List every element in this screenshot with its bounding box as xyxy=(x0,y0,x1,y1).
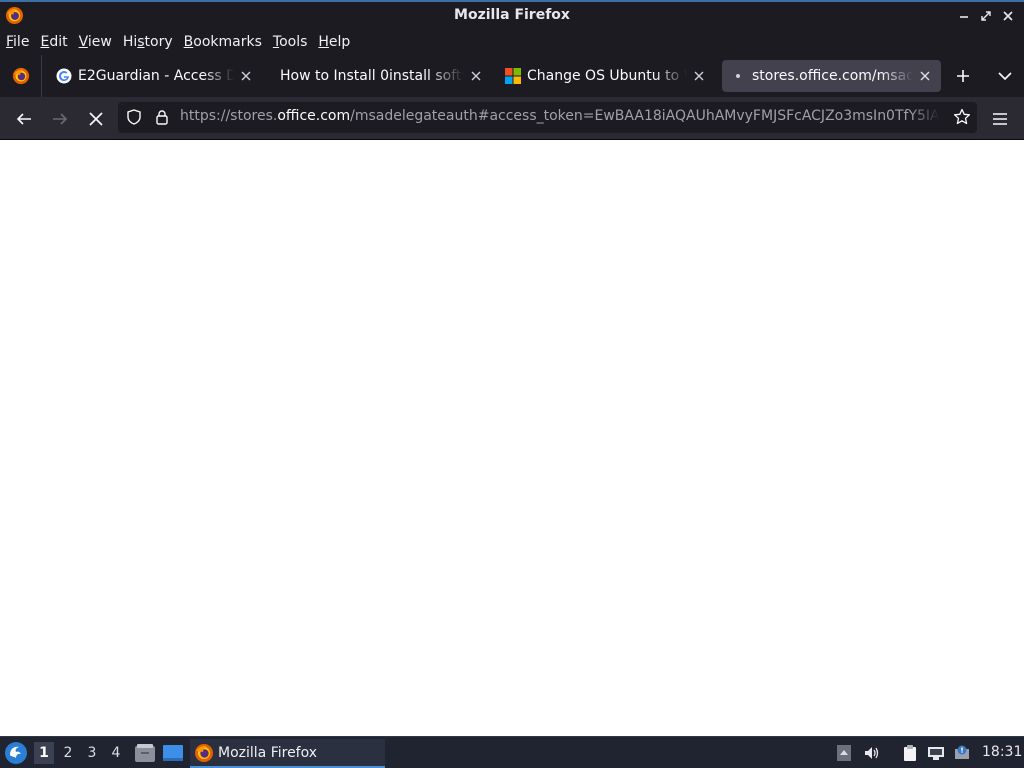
menu-bar: File Edit View History Bookmarks Tools H… xyxy=(0,29,1024,55)
restore-icon xyxy=(981,11,991,21)
tab-change-os[interactable]: Change OS Ubuntu to Windows xyxy=(497,60,715,92)
minimize-icon xyxy=(960,16,968,18)
menu-edit[interactable]: Edit xyxy=(40,34,67,50)
page-content[interactable] xyxy=(0,140,1024,736)
menu-tools[interactable]: Tools xyxy=(273,34,308,50)
forward-button[interactable] xyxy=(46,105,74,133)
stop-icon xyxy=(89,112,103,126)
clipboard-icon[interactable] xyxy=(900,743,920,763)
bookmark-star-button[interactable] xyxy=(950,105,974,129)
workspace-4[interactable]: 4 xyxy=(106,742,126,764)
desktop-icon[interactable] xyxy=(162,743,184,763)
navigation-toolbar: https://stores.office.com/msadelegateaut… xyxy=(0,97,1024,140)
taskbar-firefox-window[interactable]: Mozilla Firefox xyxy=(190,739,385,768)
workspace-3[interactable]: 3 xyxy=(82,742,102,764)
arrow-left-icon xyxy=(16,113,31,125)
menu-history[interactable]: History xyxy=(123,34,173,50)
tab-label: How to Install 0install software xyxy=(280,68,464,84)
window-title: Mozilla Firefox xyxy=(454,7,570,23)
tab-0install[interactable]: How to Install 0install software xyxy=(272,60,492,92)
clock: 18:31 xyxy=(982,744,1023,760)
loading-dot-icon xyxy=(730,68,746,84)
window-titlebar: Mozilla Firefox xyxy=(0,0,1024,29)
menu-file[interactable]: File xyxy=(6,34,29,50)
tab-label: stores.office.com/msadelegateauth xyxy=(752,68,913,84)
network-icon[interactable] xyxy=(926,743,946,763)
workspace-1[interactable]: 1 xyxy=(34,742,54,764)
close-icon xyxy=(1003,11,1013,21)
tab-stores-office[interactable]: stores.office.com/msadelegateauth xyxy=(722,60,941,92)
taskbar-task-label: Mozilla Firefox xyxy=(218,744,318,761)
stop-loading-button[interactable] xyxy=(82,105,110,133)
firefox-icon xyxy=(195,743,213,762)
firefox-view-button[interactable] xyxy=(0,55,42,97)
menu-view[interactable]: View xyxy=(79,34,112,50)
microsoft-icon xyxy=(505,68,521,84)
tab-close-icon[interactable] xyxy=(917,68,933,84)
back-button[interactable] xyxy=(10,105,38,133)
url-text[interactable]: https://stores.office.com/msadelegateaut… xyxy=(180,108,940,124)
tab-e2guardian[interactable]: E2Guardian - Access Denied xyxy=(48,60,262,92)
arrow-right-icon xyxy=(53,113,68,125)
plus-icon xyxy=(957,70,969,82)
taskbar: 1 2 3 4 Mozilla Firefox 18:31 xyxy=(0,736,1024,768)
chevron-down-icon xyxy=(998,72,1012,81)
hamburger-menu-icon xyxy=(993,113,1007,125)
new-tab-button[interactable] xyxy=(950,63,976,89)
notification-icon[interactable] xyxy=(952,743,972,763)
lock-icon[interactable] xyxy=(154,109,170,125)
minimize-button[interactable] xyxy=(956,8,972,24)
address-bar[interactable]: https://stores.office.com/msadelegateaut… xyxy=(118,102,977,133)
tab-strip: E2Guardian - Access Denied How to Instal… xyxy=(0,55,1024,97)
tray-scroll-up-icon[interactable] xyxy=(834,743,854,763)
tab-close-icon[interactable] xyxy=(238,68,254,84)
google-icon xyxy=(56,68,72,84)
tab-close-icon[interactable] xyxy=(468,68,484,84)
list-all-tabs-button[interactable] xyxy=(992,63,1018,89)
close-window-button[interactable] xyxy=(1000,8,1016,24)
volume-icon[interactable] xyxy=(862,743,882,763)
url-prefix: https://stores. xyxy=(180,108,278,124)
tab-close-icon[interactable] xyxy=(691,68,707,84)
start-menu-icon[interactable] xyxy=(4,741,28,765)
tab-label: E2Guardian - Access Denied xyxy=(78,68,234,84)
app-menu-button[interactable] xyxy=(986,105,1014,133)
file-manager-icon[interactable] xyxy=(134,743,156,763)
star-icon xyxy=(953,108,971,125)
menu-help[interactable]: Help xyxy=(318,34,350,50)
url-host: office.com xyxy=(277,108,351,124)
workspace-2[interactable]: 2 xyxy=(58,742,78,764)
tab-label: Change OS Ubuntu to Windows xyxy=(527,68,687,84)
menu-bookmarks[interactable]: Bookmarks xyxy=(184,34,262,50)
maximize-button[interactable] xyxy=(978,8,994,24)
shield-icon[interactable] xyxy=(126,109,142,125)
firefox-icon xyxy=(12,67,29,85)
url-path: /msadelegateauth#access_token=EwBAA18iAQ… xyxy=(350,108,940,124)
